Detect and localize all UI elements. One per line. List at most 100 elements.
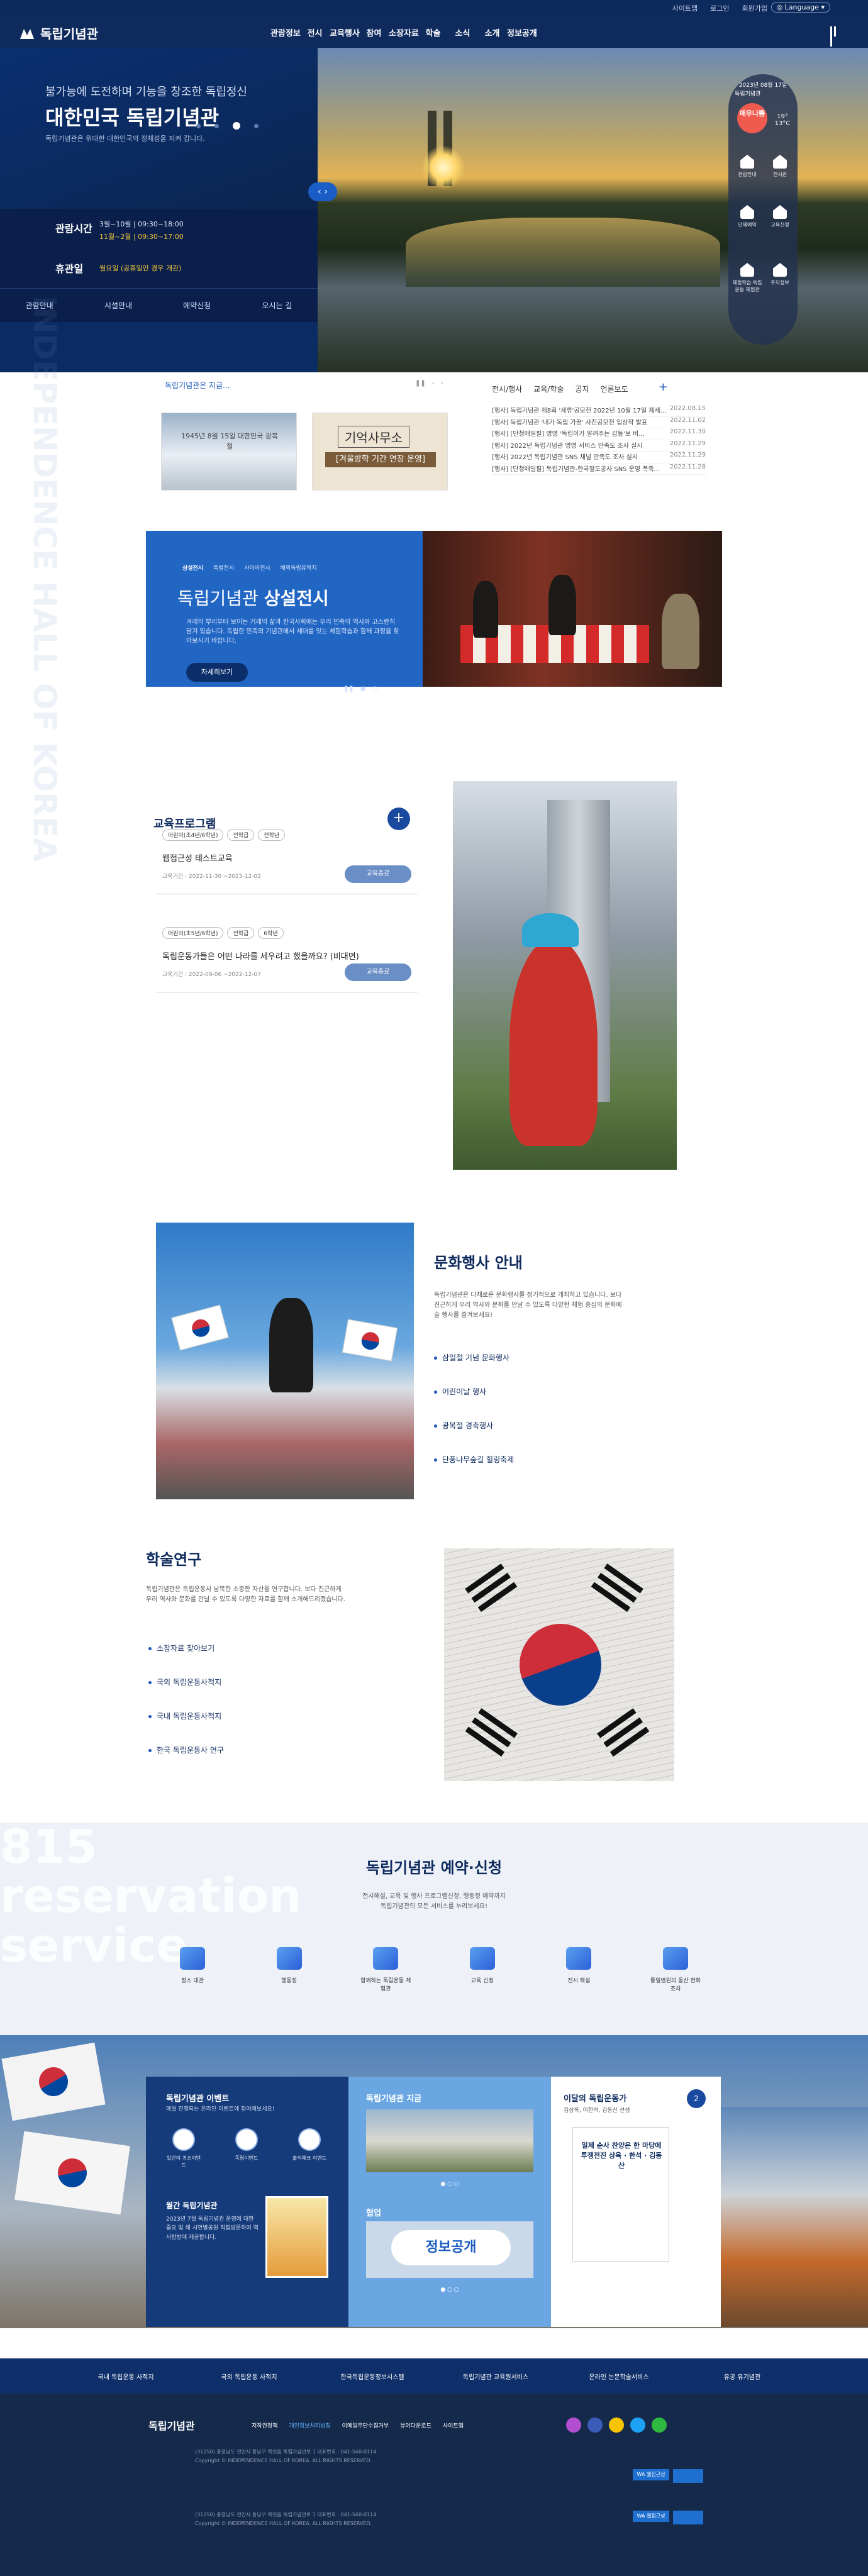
quick-facility[interactable]: 시설안내	[104, 300, 132, 311]
site-link[interactable]: 국내 독립운동 사적지	[64, 2372, 187, 2381]
education-status-button[interactable]: 교육종료	[345, 865, 411, 883]
site-logo[interactable]: 독립기념관	[19, 24, 98, 42]
notice-item[interactable]: [행사] [단청매일필] 독립기념관-한국철도공사 SNS 운영 폭죽... 20…	[492, 464, 706, 475]
menu-item-visit[interactable]: 관람정보	[270, 26, 301, 38]
menu-item-education[interactable]: 교육행사	[330, 26, 360, 38]
footer-link[interactable]: 이메일무단수집거부	[342, 2421, 389, 2429]
culture-link[interactable]: 어린이날 행사	[434, 1386, 486, 1397]
chevron-left-icon[interactable]: ‹	[432, 380, 435, 387]
pause-icon[interactable]: ❚❚	[343, 686, 354, 692]
service-venue[interactable]: 정소 대관	[166, 1947, 219, 1992]
today-photo[interactable]	[366, 2109, 533, 2172]
facebook-icon[interactable]	[587, 2418, 603, 2433]
dot-icon[interactable]: ●	[360, 686, 366, 692]
research-link[interactable]: 소장자료 찾아보기	[148, 1643, 214, 1653]
tab-overseas[interactable]: 해외독립유적지	[281, 564, 317, 572]
culture-link[interactable]: 광복절 경축행사	[434, 1420, 493, 1431]
tab-notice[interactable]: 공지	[575, 384, 589, 394]
site-link[interactable]: 국외 독립운동 사적지	[187, 2372, 311, 2381]
menu-item-disclosure[interactable]: 정보공개	[507, 26, 537, 38]
exhibit-card-2[interactable]: 기억사무소 [겨울방학 기간 연장 운영]	[312, 413, 448, 491]
footer-link[interactable]: 사이트맵	[443, 2421, 464, 2429]
research-link[interactable]: 국내 독립운동사적지	[148, 1711, 221, 1721]
permanent-more-button[interactable]: 자세히보기	[186, 663, 248, 682]
tab-permanent[interactable]: 상설전시	[182, 564, 203, 572]
exhibit-card-1[interactable]: 1945년 8월 15일 대한민국 광복절	[161, 413, 297, 491]
event-quiz[interactable]: 일반이 퀴즈이벤트	[165, 2128, 203, 2168]
footer-link[interactable]: 저작권정책	[252, 2421, 277, 2429]
service-education[interactable]: 교육 신청	[456, 1947, 509, 1992]
login-link[interactable]: 로그인	[710, 3, 729, 13]
chevron-left-icon[interactable]: ‹	[318, 187, 321, 197]
pause-icon[interactable]: ❚❚	[415, 380, 426, 387]
kakao-icon[interactable]	[609, 2418, 624, 2433]
widget-experience[interactable]: 체험학습·독립운동 체험관	[731, 263, 764, 293]
education-status-button[interactable]: 교육종료	[345, 963, 411, 981]
tab-edu-academic[interactable]: 교육/학술	[533, 384, 564, 394]
research-link[interactable]: 한국 독립운동사 연구	[148, 1745, 224, 1755]
notice-item[interactable]: [행사] 2022년 독립기념관 명명 서비스 만족도 조사 실시 2022.11…	[492, 440, 706, 452]
info-pagination[interactable]: ● ○ ○	[348, 2287, 551, 2293]
footer-link[interactable]: 뷰어다운로드	[400, 2421, 431, 2429]
event-independence[interactable]: 독립이벤트	[228, 2128, 265, 2162]
tab-special[interactable]: 특별전시	[213, 564, 234, 572]
menu-item-exhibit[interactable]: 전시	[300, 26, 330, 38]
today-pagination[interactable]: ● ○ ○	[348, 2181, 551, 2187]
chevron-right-icon[interactable]: ›	[441, 380, 443, 387]
hero-dot-4[interactable]	[254, 123, 259, 128]
site-link[interactable]: 한국독립운동정보시스템	[311, 2372, 434, 2381]
hero-dot-1[interactable]	[196, 123, 201, 128]
service-flower[interactable]: 통일염원의 동산 헌화조차	[649, 1947, 702, 1992]
monthly-magazine-cover[interactable]	[265, 2196, 328, 2278]
culture-link[interactable]: 단풍나무숲길 힐링축제	[434, 1454, 514, 1465]
notice-item[interactable]: [행사] 독립기념관 '내가 독립 가꿈' 사진공모전 입상작 발표 2022.1…	[492, 417, 706, 428]
service-docent[interactable]: 전시 해설	[552, 1947, 605, 1992]
notice-more-icon[interactable]: +	[659, 380, 668, 394]
tab-press[interactable]: 언론보도	[601, 384, 628, 394]
notice-item[interactable]: [행사] 독립기념관 제8회 '세류'공모전 2022년 10월 17일 제세.…	[492, 405, 706, 417]
service-experience[interactable]: 함께하는 독립운동 체험관	[359, 1947, 412, 1992]
menu-item-about[interactable]: 소개	[477, 26, 507, 38]
site-link[interactable]: 유공 유기념관	[681, 2372, 804, 2381]
quick-directions[interactable]: 오시는 길	[262, 300, 292, 311]
info-banner[interactable]: 정보공개	[366, 2221, 533, 2278]
tab-cyber[interactable]: 사이버전시	[244, 564, 270, 572]
service-pavilion[interactable]: 행동정	[263, 1947, 316, 1992]
education-card[interactable]: 어린이(초5년/6학년) 전학급 6학년 독립운동가들은 어떤 나라를 세우려고…	[156, 922, 418, 992]
widget-visit[interactable]: 관람안내	[731, 155, 764, 178]
widget-group[interactable]: 단체예약	[731, 205, 764, 228]
widget-exhibit[interactable]: 전시관	[764, 155, 796, 178]
all-menu-icon[interactable]	[830, 26, 840, 47]
site-link[interactable]: 독립기념관 교육원서비스	[434, 2372, 557, 2381]
sitemap-link[interactable]: 사이트맵	[672, 3, 698, 13]
culture-link[interactable]: 삼일절 기념 문화행사	[434, 1352, 509, 1363]
hero-prev-next-control[interactable]: ‹ ›	[308, 182, 337, 201]
menu-item-collection[interactable]: 소장자료	[389, 26, 419, 38]
instagram-icon[interactable]	[566, 2418, 581, 2433]
widget-edu[interactable]: 교육신청	[764, 205, 796, 228]
tab-exhibit-event[interactable]: 전시/행사	[492, 384, 522, 394]
blog-icon[interactable]	[652, 2418, 667, 2433]
widget-parking[interactable]: 주차정보	[764, 263, 796, 286]
footer-link[interactable]: 개인정보처리방침	[289, 2421, 330, 2429]
twitter-icon[interactable]	[630, 2418, 645, 2433]
month-hero-count[interactable]: 2	[687, 2089, 706, 2108]
notice-item[interactable]: [행사] [단청매일필] 명명 '독립이가 알려주는 감동'보 비... 2022…	[492, 428, 706, 440]
quick-reservation[interactable]: 예약신청	[183, 300, 211, 311]
site-link[interactable]: 온라인 논문학술서비스	[557, 2372, 681, 2381]
menu-item-news[interactable]: 소식	[448, 26, 477, 38]
menu-item-participate[interactable]: 참여	[359, 26, 389, 38]
footer-logo[interactable]: 독립기념관	[148, 2418, 195, 2433]
month-hero-poster[interactable]: 일제 순사 찬양은 한 마당에 투쟁전진 상옥 · 한석 · 김동산	[572, 2127, 669, 2262]
menu-item-academic[interactable]: 학술	[418, 26, 448, 38]
chevron-right-icon[interactable]: ›	[324, 187, 328, 197]
education-card[interactable]: 어린이(초4년/6학년) 전학급 전학년 웹접근성 테스트교육 교육기간 : 2…	[156, 824, 418, 894]
dot-icon[interactable]: ○	[372, 686, 378, 692]
hero-dot-2[interactable]	[214, 123, 219, 128]
language-select[interactable]: ◎ Language ▾	[771, 2, 830, 13]
signup-link[interactable]: 회원가입	[742, 3, 767, 13]
research-link[interactable]: 국외 독립운동사적지	[148, 1677, 221, 1687]
notice-item[interactable]: [행사] 2022년 독립기념관 SNS 채널 만족도 조사 실시 2022.11…	[492, 452, 706, 464]
hero-dot-3[interactable]	[233, 122, 240, 130]
event-attendance[interactable]: 출석체크 이벤트	[291, 2128, 328, 2162]
